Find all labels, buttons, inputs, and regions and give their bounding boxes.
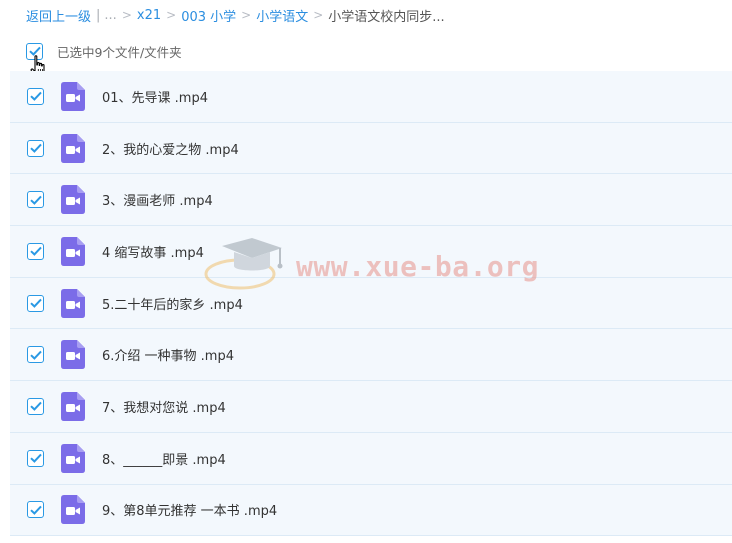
file-checkbox[interactable] <box>27 501 44 519</box>
breadcrumb-item-x21[interactable]: x21 <box>137 8 161 23</box>
breadcrumb-separator: > <box>121 8 132 22</box>
checkmark-icon <box>29 350 42 360</box>
file-checkbox[interactable] <box>27 191 44 209</box>
file-name[interactable]: 6.介绍 一种事物 .mp4 <box>102 345 234 364</box>
breadcrumb-separator: > <box>313 8 324 22</box>
file-name[interactable]: 2、我的心爱之物 .mp4 <box>102 139 239 158</box>
file-checkbox[interactable] <box>27 242 44 260</box>
video-file-icon <box>61 495 85 525</box>
checkmark-icon <box>29 247 42 257</box>
breadcrumb-pipe: | <box>96 7 101 23</box>
breadcrumb: 返回上一级 | ... > x21 > 003 小学 > 小学语文 > 小学语文… <box>26 6 445 25</box>
file-row[interactable]: 7、我想对您说 .mp4 <box>10 381 732 433</box>
file-row[interactable]: 01、先导课 .mp4 <box>10 71 732 123</box>
file-checkbox[interactable] <box>27 449 44 467</box>
file-checkbox[interactable] <box>27 87 44 105</box>
checkmark-icon <box>29 298 42 308</box>
file-row[interactable]: 4 缩写故事 .mp4 <box>10 226 732 278</box>
breadcrumb-separator: > <box>166 8 177 22</box>
file-row[interactable]: 3、漫画老师 .mp4 <box>10 174 732 227</box>
select-all-bar: 已选中9个文件/文件夹 <box>26 42 182 60</box>
video-file-icon <box>61 236 85 266</box>
breadcrumb-separator: > <box>241 8 252 22</box>
selection-count-label: 已选中9个文件/文件夹 <box>57 44 182 60</box>
file-name[interactable]: 8、______即景 .mp4 <box>102 449 226 468</box>
file-checkbox[interactable] <box>27 346 44 364</box>
file-row[interactable]: 5.二十年后的家乡 .mp4 <box>10 277 732 330</box>
file-checkbox[interactable] <box>27 139 44 157</box>
file-row[interactable]: 9、第8单元推荐 一本书 .mp4 <box>10 484 732 537</box>
checkmark-icon <box>29 143 42 153</box>
file-name[interactable]: 7、我想对您说 .mp4 <box>102 397 226 416</box>
breadcrumb-ellipsis[interactable]: ... <box>104 8 116 23</box>
video-file-icon <box>61 81 85 111</box>
file-name[interactable]: 3、漫画老师 .mp4 <box>102 190 213 209</box>
video-file-icon <box>61 185 85 215</box>
breadcrumb-item-003[interactable]: 003 小学 <box>181 6 236 25</box>
back-link[interactable]: 返回上一级 <box>26 6 91 25</box>
breadcrumb-current: 小学语文校内同步... <box>328 9 445 25</box>
video-file-icon <box>61 340 85 370</box>
checkmark-icon <box>29 92 42 102</box>
video-file-icon <box>61 443 85 473</box>
video-file-icon <box>61 391 85 421</box>
video-file-icon <box>61 288 85 318</box>
file-name[interactable]: 9、第8单元推荐 一本书 .mp4 <box>102 500 277 519</box>
checkmark-icon <box>29 195 42 205</box>
video-file-icon <box>61 133 85 163</box>
file-row[interactable]: 2、我的心爱之物 .mp4 <box>10 122 732 175</box>
file-checkbox[interactable] <box>27 294 44 312</box>
file-list: 01、先导课 .mp4 2、我的心爱之物 .mp4 3、漫画老师 .mp4 4 缩写故… <box>10 71 732 537</box>
file-row[interactable]: 8、______即景 .mp4 <box>10 432 732 485</box>
checkmark-icon <box>29 453 42 463</box>
file-name[interactable]: 01、先导课 .mp4 <box>102 87 208 106</box>
checkmark-icon <box>29 505 42 515</box>
file-checkbox[interactable] <box>27 397 44 415</box>
file-row[interactable]: 6.介绍 一种事物 .mp4 <box>10 329 732 382</box>
breadcrumb-item-chinese[interactable]: 小学语文 <box>256 6 308 25</box>
checkmark-icon <box>29 402 42 412</box>
file-name[interactable]: 4 缩写故事 .mp4 <box>102 242 204 261</box>
file-name[interactable]: 5.二十年后的家乡 .mp4 <box>102 294 243 313</box>
